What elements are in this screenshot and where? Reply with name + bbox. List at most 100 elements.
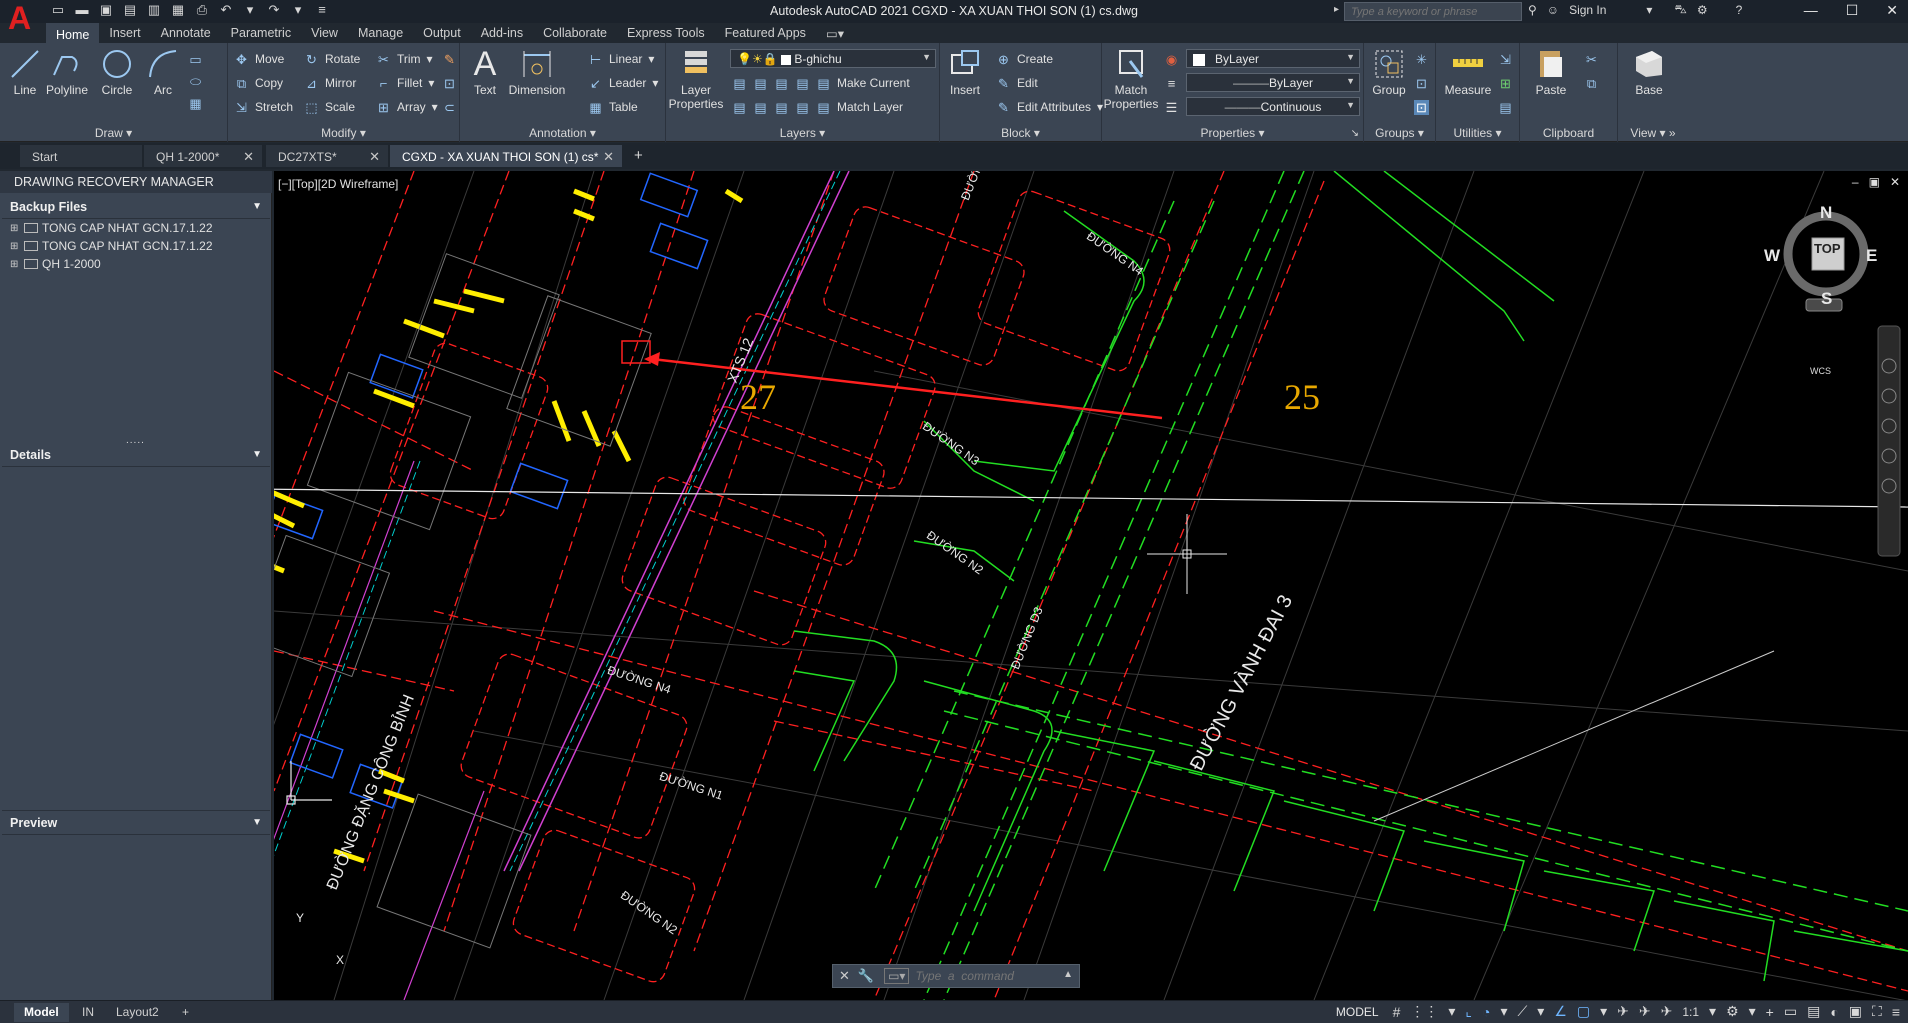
- maximize-button[interactable]: ☐: [1846, 2, 1859, 19]
- layout-tab-model[interactable]: Model: [14, 1003, 69, 1022]
- isolate-objects-icon[interactable]: ◐: [1830, 1004, 1838, 1020]
- tab-home[interactable]: Home: [46, 23, 100, 43]
- add-layout-icon[interactable]: +: [172, 1003, 199, 1022]
- rotate-button[interactable]: ↻ Rotate: [304, 49, 360, 69]
- text-button[interactable]: A Text: [460, 47, 510, 97]
- snap-dropdown-icon[interactable]: ▾: [1448, 1003, 1455, 1020]
- command-recent-icon[interactable]: ▲: [1063, 969, 1073, 980]
- cut-icon[interactable]: ✂: [1584, 49, 1599, 69]
- redo-dropdown-icon[interactable]: ▾: [290, 2, 306, 18]
- tab-add-ins[interactable]: Add-ins: [471, 23, 533, 43]
- modify-panel-title[interactable]: Modify ▾: [228, 126, 459, 140]
- fillet-button[interactable]: ⌐ Fillet ▾: [376, 73, 435, 93]
- autocad-logo-icon[interactable]: A: [8, 2, 36, 37]
- clipboard-panel-title[interactable]: Clipboard: [1520, 126, 1617, 140]
- command-customize-icon[interactable]: 🔧: [858, 968, 874, 984]
- leader-button[interactable]: ↙ Leader ▾: [588, 73, 658, 93]
- edit-attributes-button[interactable]: ✎ Edit Attributes ▾: [996, 97, 1103, 117]
- viewport-close-icon[interactable]: ✕: [1890, 175, 1900, 189]
- sign-in-link[interactable]: Sign In: [1569, 3, 1606, 17]
- clean-screen-icon[interactable]: ⛶: [1872, 1003, 1882, 1020]
- calculator-icon[interactable]: ▤: [1498, 97, 1513, 117]
- tab-featured-apps[interactable]: Featured Apps: [715, 23, 816, 43]
- isometric-dropdown-icon[interactable]: ▾: [1537, 1003, 1544, 1020]
- user-icon[interactable]: ☺: [1547, 3, 1559, 17]
- rectangle-button[interactable]: ▭: [188, 49, 203, 69]
- measure-button[interactable]: Measure: [1438, 47, 1498, 97]
- compass-south[interactable]: S: [1821, 289, 1832, 309]
- group-edit-icon[interactable]: ⊡: [1414, 73, 1429, 93]
- open-web-icon[interactable]: ▥: [146, 2, 162, 18]
- stretch-button[interactable]: ⇲ Stretch: [234, 97, 293, 117]
- ribbon-options-icon[interactable]: ▭▾: [816, 23, 854, 43]
- copy-clip-icon[interactable]: ⧉: [1584, 73, 1599, 93]
- color-dropdown[interactable]: ByLayer ▼: [1186, 49, 1360, 68]
- insert-block-button[interactable]: Insert: [940, 47, 990, 97]
- group-button[interactable]: Group: [1364, 47, 1414, 97]
- quick-properties-icon[interactable]: ▤: [1807, 1003, 1820, 1020]
- close-button[interactable]: ✕: [1886, 2, 1898, 19]
- undo-icon[interactable]: ↶: [218, 2, 234, 18]
- view-panel-title[interactable]: View ▾ »: [1618, 126, 1688, 140]
- properties-launcher-icon[interactable]: ↘: [1351, 128, 1359, 139]
- draw-panel-title[interactable]: Draw ▾: [0, 126, 227, 140]
- offset-button[interactable]: ⊂: [442, 97, 457, 117]
- close-tab-icon[interactable]: ✕: [603, 149, 614, 165]
- sign-in-dropdown-icon[interactable]: ▾: [1646, 3, 1652, 17]
- drawing-canvas[interactable]: 27 25 XTS 12 ĐƯỜNG D1 ĐƯỜNG N4 ĐƯỜNG N3 …: [274, 171, 1908, 1000]
- viewcube-top-face[interactable]: TOP: [1814, 241, 1841, 256]
- scale-dropdown-icon[interactable]: ▾: [1709, 1003, 1716, 1020]
- make-current-button[interactable]: ▤ Make Current: [816, 73, 909, 93]
- wcs-menu[interactable]: WCS: [1810, 366, 1831, 376]
- doc-tab-qh[interactable]: QH 1-2000* ✕: [144, 145, 262, 167]
- ungroup-icon[interactable]: ✳: [1414, 49, 1429, 69]
- snap-icon[interactable]: ⋮⋮: [1410, 1003, 1438, 1020]
- workspace-gear-icon[interactable]: ⚙: [1726, 1003, 1739, 1020]
- help-icon[interactable]: ?: [1736, 3, 1743, 17]
- compass-east[interactable]: E: [1866, 246, 1877, 266]
- select-all-icon[interactable]: ⊞: [1498, 73, 1513, 93]
- tab-express-tools[interactable]: Express Tools: [617, 23, 715, 43]
- layers-panel-title[interactable]: Layers ▾: [666, 126, 939, 140]
- tab-view[interactable]: View: [301, 23, 348, 43]
- linear-button[interactable]: ⊢ Linear ▾: [588, 49, 655, 69]
- viewport-minimize-icon[interactable]: –: [1852, 175, 1859, 189]
- object-snap-icon[interactable]: ▢: [1577, 1003, 1590, 1020]
- object-snap-tracking-icon[interactable]: ∠: [1554, 1003, 1567, 1020]
- layout-tab-in[interactable]: IN: [72, 1003, 104, 1022]
- add-scale-icon[interactable]: +: [1766, 1004, 1774, 1020]
- details-header[interactable]: Details ▼: [2, 443, 270, 467]
- backup-item[interactable]: ⊞ QH 1-2000: [2, 255, 270, 273]
- object-snap-dropdown-icon[interactable]: ▾: [1600, 1003, 1607, 1020]
- quick-select-icon[interactable]: ⇲: [1498, 49, 1513, 69]
- layer-properties-button[interactable]: Layer Properties: [668, 47, 724, 111]
- polar-icon[interactable]: ◔: [1482, 1004, 1490, 1020]
- print-icon[interactable]: ⎙: [194, 2, 210, 18]
- tab-output[interactable]: Output: [413, 23, 471, 43]
- array-button[interactable]: ⊞ Array ▾: [376, 97, 438, 117]
- tab-collaborate[interactable]: Collaborate: [533, 23, 617, 43]
- block-panel-title[interactable]: Block ▾: [940, 126, 1101, 140]
- annotation-panel-title[interactable]: Annotation ▾: [460, 126, 665, 140]
- polar-dropdown-icon[interactable]: ▾: [1500, 1003, 1507, 1020]
- tab-annotate[interactable]: Annotate: [151, 23, 221, 43]
- new-file-icon[interactable]: ▭: [50, 2, 66, 18]
- viewport-controls-label[interactable]: [−][Top][2D Wireframe]: [278, 177, 398, 191]
- linetype-dropdown[interactable]: ———Continuous ▼: [1186, 97, 1360, 116]
- workspace-dropdown-icon[interactable]: ▾: [1749, 1003, 1756, 1020]
- doc-tab-cgxd[interactable]: CGXD - XA XUAN THOI SON (1) cs* ✕: [390, 145, 622, 167]
- polyline-button[interactable]: Polyline: [42, 47, 92, 97]
- layer-tools-row-2[interactable]: ▤ ▤ ▤ ▤: [732, 97, 810, 117]
- grid-icon[interactable]: #: [1393, 1004, 1401, 1020]
- erase-button[interactable]: ✎: [442, 49, 457, 69]
- table-button[interactable]: ▦ Table: [588, 97, 637, 117]
- minimize-button[interactable]: —: [1804, 2, 1818, 19]
- arc-button[interactable]: Arc: [138, 47, 188, 97]
- cart-icon[interactable]: ⛍: [1674, 2, 1686, 18]
- dimension-button[interactable]: Dimension: [506, 47, 568, 97]
- search-expand-icon[interactable]: ▸: [1334, 4, 1339, 15]
- ortho-icon[interactable]: ⌞: [1465, 1003, 1472, 1020]
- tab-insert[interactable]: Insert: [99, 23, 150, 43]
- doc-tab-start[interactable]: Start: [20, 145, 142, 167]
- layer-dropdown[interactable]: 💡☀🔒 B-ghichu ▼: [730, 49, 936, 68]
